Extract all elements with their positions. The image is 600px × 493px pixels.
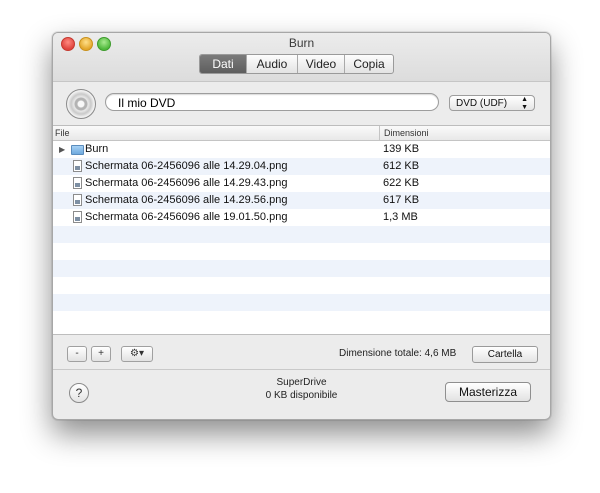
- disc-format-select[interactable]: DVD (UDF) ▲ ▼: [449, 95, 535, 111]
- empty-row: [53, 277, 550, 294]
- image-file-icon: [73, 194, 82, 206]
- row-name: Burn: [85, 143, 109, 155]
- tab-dati[interactable]: Dati: [200, 55, 247, 73]
- disc-name-input[interactable]: Il mio DVD: [105, 93, 439, 111]
- add-item-button[interactable]: +: [91, 346, 111, 362]
- list-row[interactable]: Schermata 06-2456096 alle 19.01.50.png 1…: [53, 209, 550, 226]
- column-header-size[interactable]: Dimensioni: [379, 126, 429, 140]
- tab-audio[interactable]: Audio: [247, 55, 298, 73]
- empty-row: [53, 226, 550, 243]
- image-file-icon: [73, 211, 82, 223]
- disc-format-value: DVD (UDF): [456, 98, 508, 109]
- list-row[interactable]: Schermata 06-2456096 alle 14.29.56.png 6…: [53, 192, 550, 209]
- empty-row: [53, 311, 550, 328]
- tab-bar: Dati Audio Video Copia: [199, 54, 394, 74]
- column-header-file[interactable]: File: [55, 126, 70, 140]
- gear-menu-button[interactable]: ⚙▾: [121, 346, 153, 362]
- list-row[interactable]: Schermata 06-2456096 alle 14.29.43.png 6…: [53, 175, 550, 192]
- titlebar: Burn Dati Audio Video Copia: [53, 33, 550, 81]
- row-name: Schermata 06-2456096 alle 14.29.43.png: [85, 177, 288, 189]
- image-file-icon: [73, 177, 82, 189]
- file-list[interactable]: File Dimensioni ▶ Burn 139 KB Schermata …: [53, 125, 550, 335]
- burn-button[interactable]: Masterizza: [445, 382, 531, 402]
- tab-video[interactable]: Video: [298, 55, 345, 73]
- disc-icon: [66, 89, 96, 119]
- disclosure-triangle-icon[interactable]: ▶: [59, 141, 65, 158]
- bottom-toolbar: - + ⚙▾ Dimensione totale: 4,6 MB Cartell…: [53, 333, 550, 369]
- updown-arrows-icon: ▲ ▼: [521, 96, 528, 111]
- new-folder-button[interactable]: Cartella: [472, 346, 538, 363]
- row-size: 612 KB: [383, 160, 420, 172]
- row-size: 622 KB: [383, 177, 420, 189]
- list-row-folder[interactable]: ▶ Burn 139 KB: [53, 141, 550, 158]
- list-row[interactable]: Schermata 06-2456096 alle 14.29.04.png 6…: [53, 158, 550, 175]
- divider: [53, 81, 550, 82]
- divider: [53, 369, 550, 370]
- row-size: 139 KB: [383, 143, 420, 155]
- list-header: File Dimensioni: [53, 126, 550, 141]
- row-name: Schermata 06-2456096 alle 14.29.56.png: [85, 194, 288, 206]
- empty-row: [53, 260, 550, 277]
- folder-icon: [71, 145, 84, 155]
- window-title: Burn: [288, 36, 315, 50]
- row-size: 617 KB: [383, 194, 420, 206]
- row-name: Schermata 06-2456096 alle 19.01.50.png: [85, 211, 288, 223]
- empty-row: [53, 243, 550, 260]
- remove-item-button[interactable]: -: [67, 346, 87, 362]
- image-file-icon: [73, 160, 82, 172]
- empty-row: [53, 294, 550, 311]
- row-name: Schermata 06-2456096 alle 14.29.04.png: [85, 160, 288, 172]
- tab-copia[interactable]: Copia: [345, 55, 393, 73]
- total-size-label: Dimensione totale: 4,6 MB: [339, 348, 457, 359]
- list-rows: ▶ Burn 139 KB Schermata 06-2456096 alle …: [53, 141, 550, 328]
- row-size: 1,3 MB: [383, 211, 418, 223]
- burn-window: Burn Dati Audio Video Copia Il mio DVD D…: [52, 32, 551, 420]
